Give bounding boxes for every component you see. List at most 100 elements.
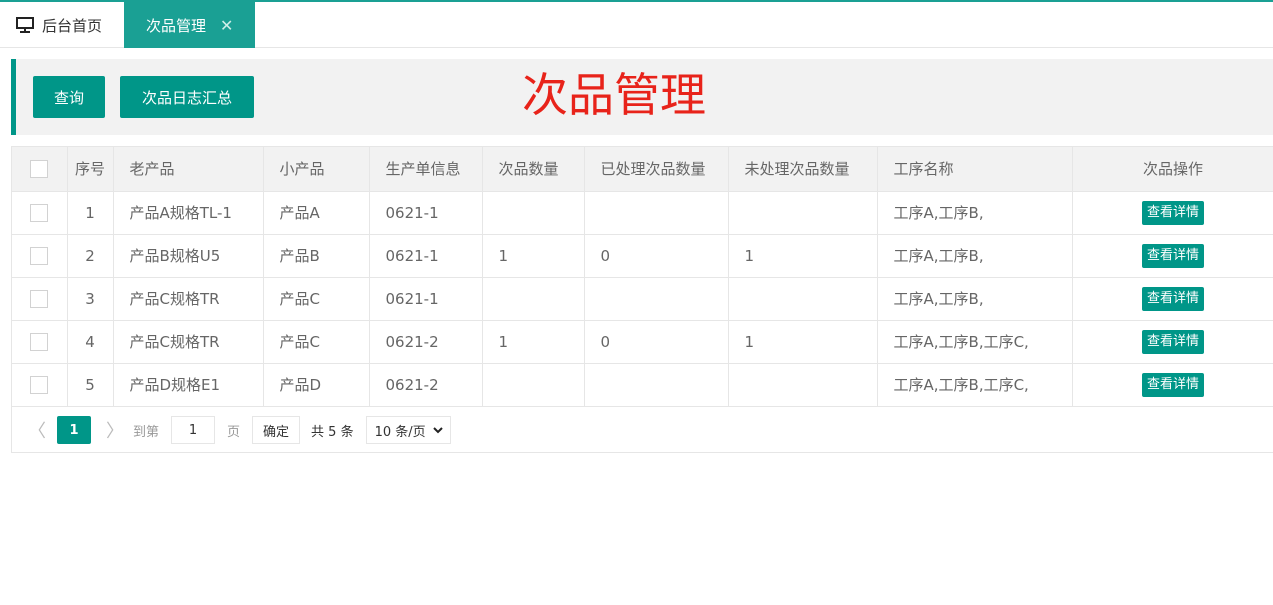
row-checkbox[interactable] [30,203,49,222]
view-details-button[interactable]: 查看详情 [1141,372,1204,397]
cell-handled-count: 0 [584,234,729,278]
cell-old-product: 产品A规格TL-1 [113,191,264,235]
table-header-row: 序号 老产品 小产品 生产单信息 次品数量 已处理次品数量 未处理次品数量 工序… [12,147,1273,192]
row-select-cell [12,234,68,278]
cell-small-product: 产品B [263,234,370,278]
goto-page-input[interactable] [171,416,216,444]
pagination: 〈 1 〉 到第 页 确定 共 5 条 10 条/页 [12,408,1273,452]
cell-action: 查看详情 [1072,277,1273,321]
view-details-button[interactable]: 查看详情 [1141,200,1204,225]
page-size-select[interactable]: 10 条/页 [365,416,451,444]
cell-action: 查看详情 [1072,320,1273,364]
cell-order-info: 0621-1 [369,191,483,235]
row-select-cell [12,320,68,364]
cell-defect-count [482,277,585,321]
tab-bar: 后台首页 次品管理 ✕ [0,0,1273,48]
cell-unhandled-count: 1 [728,234,878,278]
cell-no: 5 [67,363,114,407]
page-unit-label: 页 [227,424,241,440]
select-all-checkbox[interactable] [30,160,49,178]
total-count: 共 5 条 [311,424,354,440]
cell-handled-count: 0 [584,320,729,364]
tab-home[interactable]: 后台首页 [0,2,124,48]
row-checkbox[interactable] [30,332,49,351]
monitor-icon [16,17,34,33]
table-row: 3 产品C规格TR 产品C 0621-1 工序A,工序B, 查看详情 [12,277,1273,321]
header-handled-count: 已处理次品数量 [584,147,729,192]
header-old-product: 老产品 [113,147,264,192]
cell-no: 4 [67,320,114,364]
tab-defect-management[interactable]: 次品管理 ✕ [124,2,255,48]
cell-small-product: 产品D [263,363,370,407]
cell-no: 2 [67,234,114,278]
page-size-value: 10 条/页 [374,424,426,440]
cell-process-name: 工序A,工序B,工序C, [877,363,1073,407]
cell-small-product: 产品A [263,191,370,235]
cell-order-info: 0621-1 [369,277,483,321]
search-button[interactable]: 查询 [33,76,105,118]
cell-action: 查看详情 [1072,363,1273,407]
table-row: 1 产品A规格TL-1 产品A 0621-1 工序A,工序B, 查看详情 [12,191,1273,235]
table-row: 2 产品B规格U5 产品B 0621-1 1 0 1 工序A,工序B, 查看详情 [12,234,1273,278]
row-select-cell [12,277,68,321]
cell-handled-count [584,363,729,407]
current-page-button[interactable]: 1 [57,416,91,444]
cell-action: 查看详情 [1072,234,1273,278]
view-details-button[interactable]: 查看详情 [1141,243,1204,268]
cell-defect-count [482,191,585,235]
cell-order-info: 0621-1 [369,234,483,278]
cell-no: 3 [67,277,114,321]
next-page-icon[interactable]: 〉 [105,417,125,443]
row-checkbox[interactable] [30,246,49,265]
select-all-cell [12,147,68,192]
goto-label: 到第 [133,424,160,440]
cell-process-name: 工序A,工序B, [877,277,1073,321]
table-row: 4 产品C规格TR 产品C 0621-2 1 0 1 工序A,工序B,工序C, … [12,320,1273,364]
cell-defect-count [482,363,585,407]
view-details-button[interactable]: 查看详情 [1141,329,1204,354]
toolbar: 查询 次品日志汇总 次品管理 [11,59,1273,135]
prev-page-icon[interactable]: 〈 [27,417,47,443]
cell-old-product: 产品C规格TR [113,320,264,364]
header-defect-count: 次品数量 [482,147,585,192]
cell-process-name: 工序A,工序B, [877,234,1073,278]
cell-no: 1 [67,191,114,235]
view-details-button[interactable]: 查看详情 [1141,286,1204,311]
header-no: 序号 [67,147,114,192]
confirm-page-button[interactable]: 确定 [252,416,301,444]
close-icon[interactable]: ✕ [220,16,233,35]
cell-old-product: 产品C规格TR [113,277,264,321]
header-small-product: 小产品 [263,147,370,192]
cell-order-info: 0621-2 [369,363,483,407]
tab-home-label: 后台首页 [42,16,103,35]
table-row: 5 产品D规格E1 产品D 0621-2 工序A,工序B,工序C, 查看详情 [12,363,1273,407]
defect-table: 序号 老产品 小产品 生产单信息 次品数量 已处理次品数量 未处理次品数量 工序… [11,146,1273,453]
cell-order-info: 0621-2 [369,320,483,364]
tab-active-label: 次品管理 [146,16,207,35]
cell-small-product: 产品C [263,277,370,321]
page-title: 次品管理 [522,68,706,122]
cell-unhandled-count [728,191,878,235]
cell-small-product: 产品C [263,320,370,364]
cell-handled-count [584,277,729,321]
cell-defect-count: 1 [482,320,585,364]
cell-unhandled-count: 1 [728,320,878,364]
cell-old-product: 产品D规格E1 [113,363,264,407]
row-checkbox[interactable] [30,289,49,308]
row-select-cell [12,363,68,407]
cell-process-name: 工序A,工序B, [877,191,1073,235]
row-select-cell [12,191,68,235]
cell-action: 查看详情 [1072,191,1273,235]
row-checkbox[interactable] [30,375,49,394]
cell-old-product: 产品B规格U5 [113,234,264,278]
header-action: 次品操作 [1072,147,1273,192]
cell-defect-count: 1 [482,234,585,278]
header-order-info: 生产单信息 [369,147,483,192]
cell-handled-count [584,191,729,235]
defect-log-summary-button[interactable]: 次品日志汇总 [120,76,254,118]
cell-process-name: 工序A,工序B,工序C, [877,320,1073,364]
chevron-down-icon [432,427,443,434]
header-process-name: 工序名称 [877,147,1073,192]
cell-unhandled-count [728,363,878,407]
cell-unhandled-count [728,277,878,321]
